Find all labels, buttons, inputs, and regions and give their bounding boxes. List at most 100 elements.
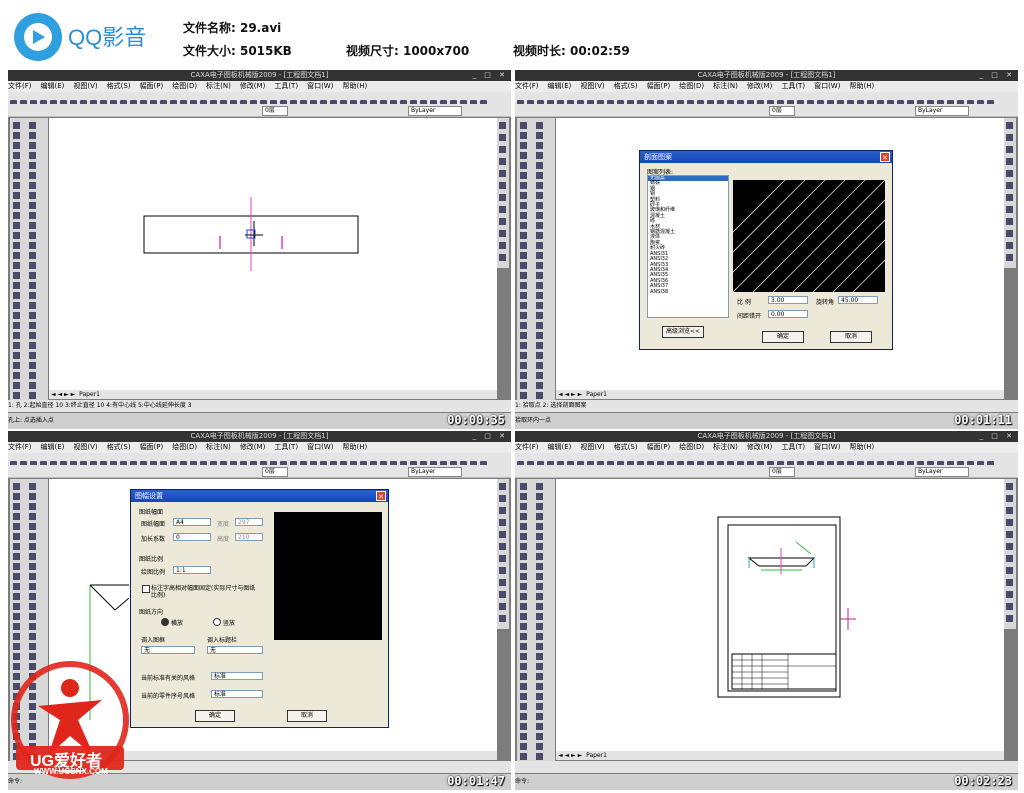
menu-item[interactable]: 文件(F): [515, 443, 539, 451]
draw-tool-icon[interactable]: [13, 352, 20, 359]
draw-tool-icon[interactable]: [536, 683, 543, 690]
ok-button[interactable]: 确定: [195, 710, 235, 722]
menu-item[interactable]: 文件(F): [515, 82, 539, 90]
draw-tool-icon[interactable]: [536, 553, 543, 560]
draw-tool-icon[interactable]: [536, 372, 543, 379]
draw-tool-icon[interactable]: [536, 643, 543, 650]
command-line[interactable]: 1: 孔 2:起始直径 10 3:终止直径 10 4:有中心线 5:中心线延伸长…: [8, 400, 511, 412]
draw-tool-icon[interactable]: [13, 483, 20, 490]
draw-tool-icon[interactable]: [29, 182, 36, 189]
modify-tool-icon[interactable]: [499, 254, 506, 261]
draw-tool-icon[interactable]: [536, 352, 543, 359]
menu-item[interactable]: 修改(M): [240, 82, 266, 90]
draw-tool-icon[interactable]: [520, 653, 527, 660]
draw-tool-icon[interactable]: [29, 633, 36, 640]
draw-tool-icon[interactable]: [13, 382, 20, 389]
window-controls[interactable]: _ □ ✕: [473, 432, 508, 440]
modify-tool-icon[interactable]: [1006, 170, 1013, 177]
draw-tool-icon[interactable]: [29, 292, 36, 299]
draw-tool-icon[interactable]: [520, 703, 527, 710]
draw-tool-icon[interactable]: [520, 132, 527, 139]
draw-tool-icon[interactable]: [536, 743, 543, 750]
menu-item[interactable]: 视图(V): [73, 82, 97, 90]
draw-tool-icon[interactable]: [536, 382, 543, 389]
draw-tool-icon[interactable]: [29, 272, 36, 279]
draw-tool-icon[interactable]: [520, 262, 527, 269]
draw-tool-icon[interactable]: [29, 543, 36, 550]
draw-tool-icon[interactable]: [29, 172, 36, 179]
advanced-browse-button[interactable]: 高级浏览<<: [662, 326, 704, 338]
draw-tool-icon[interactable]: [29, 513, 36, 520]
menu-item[interactable]: 文件(F): [8, 443, 32, 451]
draw-tool-icon[interactable]: [536, 132, 543, 139]
modify-tool-icon[interactable]: [499, 495, 506, 502]
tab-paper1[interactable]: Paper1: [586, 752, 607, 759]
draw-tool-icon[interactable]: [520, 743, 527, 750]
close-icon[interactable]: ✕: [376, 491, 386, 501]
draw-tool-icon[interactable]: [13, 633, 20, 640]
draw-tool-icon[interactable]: [29, 322, 36, 329]
factor-select[interactable]: 0: [173, 533, 211, 541]
draw-tool-icon[interactable]: [13, 623, 20, 630]
modify-tool-icon[interactable]: [499, 591, 506, 598]
draw-tool-icon[interactable]: [520, 142, 527, 149]
draw-tool-icon[interactable]: [536, 252, 543, 259]
menu-item[interactable]: 幅面(P): [140, 82, 164, 90]
draw-tool-icon[interactable]: [13, 242, 20, 249]
draw-tool-icon[interactable]: [520, 573, 527, 580]
landscape-radio[interactable]: [161, 618, 169, 626]
draw-tool-icon[interactable]: [29, 583, 36, 590]
draw-tool-icon[interactable]: [520, 713, 527, 720]
menu-item[interactable]: 修改(M): [240, 443, 266, 451]
draw-tool-icon[interactable]: [520, 603, 527, 610]
tab-paper1[interactable]: Paper1: [586, 391, 607, 398]
menu-item[interactable]: 视图(V): [580, 443, 604, 451]
draw-tool-icon[interactable]: [520, 633, 527, 640]
draw-tool-icon[interactable]: [29, 152, 36, 159]
draw-tool-icon[interactable]: [520, 613, 527, 620]
modify-tool-icon[interactable]: [499, 194, 506, 201]
draw-tool-icon[interactable]: [520, 643, 527, 650]
menu-item[interactable]: 格式(S): [107, 443, 131, 451]
menu-item[interactable]: 工具(T): [781, 443, 805, 451]
draw-tool-icon[interactable]: [536, 733, 543, 740]
draw-tool-icon[interactable]: [13, 252, 20, 259]
draw-tool-icon[interactable]: [520, 663, 527, 670]
draw-tool-icon[interactable]: [13, 302, 20, 309]
draw-tool-icon[interactable]: [520, 483, 527, 490]
modify-tool-icon[interactable]: [1006, 122, 1013, 129]
layer-combo[interactable]: 0层: [262, 467, 288, 477]
menu-item[interactable]: 格式(S): [107, 82, 131, 90]
draw-tool-icon[interactable]: [13, 553, 20, 560]
draw-tool-icon[interactable]: [29, 332, 36, 339]
draw-tool-icon[interactable]: [29, 613, 36, 620]
menu-item[interactable]: 帮助(H): [342, 82, 367, 90]
menu-item[interactable]: 绘图(D): [679, 82, 704, 90]
draw-tool-icon[interactable]: [536, 122, 543, 129]
draw-tool-icon[interactable]: [536, 202, 543, 209]
draw-tool-icon[interactable]: [520, 593, 527, 600]
draw-tool-icon[interactable]: [29, 202, 36, 209]
modify-tool-icon[interactable]: [1006, 242, 1013, 249]
draw-tool-icon[interactable]: [29, 252, 36, 259]
draw-tool-icon[interactable]: [13, 152, 20, 159]
menu-item[interactable]: 编辑(E): [41, 82, 65, 90]
draw-tool-icon[interactable]: [13, 142, 20, 149]
draw-tool-icon[interactable]: [13, 613, 20, 620]
modify-tool-icon[interactable]: [499, 134, 506, 141]
draw-tool-icon[interactable]: [13, 503, 20, 510]
draw-tool-icon[interactable]: [520, 322, 527, 329]
modify-tool-icon[interactable]: [1006, 507, 1013, 514]
menu-item[interactable]: 修改(M): [747, 82, 773, 90]
linetype-combo[interactable]: ByLayer: [408, 467, 462, 477]
draw-tool-icon[interactable]: [520, 332, 527, 339]
menu-item[interactable]: 视图(V): [73, 443, 97, 451]
spacing-field[interactable]: 0.00: [768, 310, 808, 318]
draw-tool-icon[interactable]: [520, 222, 527, 229]
draw-tool-icon[interactable]: [520, 503, 527, 510]
draw-tool-icon[interactable]: [29, 282, 36, 289]
modify-tool-icon[interactable]: [499, 543, 506, 550]
modify-tool-icon[interactable]: [1006, 531, 1013, 538]
draw-tool-icon[interactable]: [536, 182, 543, 189]
draw-tool-icon[interactable]: [536, 713, 543, 720]
